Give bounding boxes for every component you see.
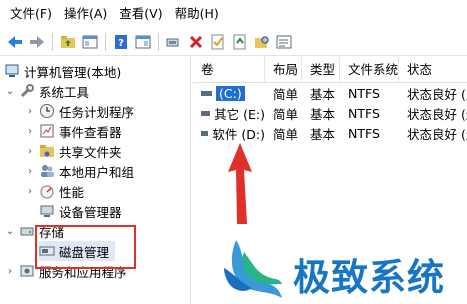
chevron-right-icon[interactable]: ›	[24, 145, 36, 157]
menu-view[interactable]: 查看(V)	[113, 0, 168, 28]
column-header-filesystem[interactable]: 文件系统	[340, 57, 399, 83]
chevron-right-icon[interactable]: ›	[24, 105, 36, 117]
toolbar-separator	[158, 32, 159, 51]
check-icon[interactable]	[207, 31, 229, 53]
chevron-right-icon[interactable]: ›	[24, 185, 36, 197]
filesystem-cell: NTFS	[348, 105, 380, 121]
services-icon	[19, 263, 35, 279]
svg-text:?: ?	[118, 38, 124, 49]
type-cell: 基本	[310, 126, 336, 142]
forward-icon[interactable]	[26, 31, 48, 53]
chevron-down-icon[interactable]: ⌄	[4, 225, 16, 237]
tree-item-event-viewer[interactable]: › 事件查看器	[24, 121, 122, 141]
drive-icon	[201, 130, 209, 136]
type-cell: 基本	[310, 106, 336, 122]
tree-item-computer-management[interactable]: 计算机管理(本地)	[4, 61, 121, 81]
clock-icon	[39, 103, 55, 119]
column-header-layout[interactable]: 布局	[265, 57, 302, 83]
status-cell: 状态良好 (启	[407, 86, 467, 102]
status-cell: 状态良好 (逻	[407, 106, 467, 122]
find-icon[interactable]	[251, 31, 273, 53]
back-icon[interactable]	[4, 31, 26, 53]
tree-item-local-users[interactable]: › 本地用户和组	[24, 161, 134, 181]
menu-file[interactable]: 文件(F)	[4, 0, 58, 28]
table-row[interactable]: 其它 (E:) 简单 基本 NTFS 状态良好 (逻	[193, 103, 467, 123]
type-cell: 基本	[310, 86, 336, 102]
filesystem-cell: NTFS	[348, 125, 380, 141]
event-viewer-icon	[39, 123, 55, 139]
tree-item-performance[interactable]: › 性能	[24, 181, 84, 201]
toolbar-separator	[52, 32, 53, 51]
column-header-type[interactable]: 类型	[302, 57, 340, 83]
status-cell: 状态良好 (逻	[407, 126, 467, 142]
connect-icon[interactable]	[163, 31, 185, 53]
column-header-volume[interactable]: 卷	[193, 57, 265, 83]
storage-icon	[19, 223, 35, 239]
tree-item-system-tools[interactable]: ⌄ 系统工具	[4, 81, 89, 101]
drive-icon	[201, 90, 212, 96]
delete-icon[interactable]	[185, 31, 207, 53]
tree-item-label: 任务计划程序	[59, 104, 135, 120]
performance-icon	[39, 183, 55, 199]
volume-name: (C:)	[216, 85, 245, 101]
menu-help[interactable]: 帮助(H)	[169, 0, 225, 28]
tree-item-device-manager[interactable]: 设备管理器	[39, 201, 122, 221]
watermark-logo	[224, 240, 282, 298]
toolbar: ?	[0, 28, 467, 56]
column-header-status[interactable]: 状态	[399, 57, 467, 83]
menu-action[interactable]: 操作(A)	[58, 0, 113, 28]
tree-item-label: 计算机管理(本地)	[24, 64, 122, 80]
layout-cell: 简单	[273, 86, 299, 102]
list-header: 卷 布局 类型 文件系统 状态	[193, 57, 467, 83]
tree-item-label: 系统工具	[39, 84, 90, 100]
volume-cell: 软件 (D:)	[193, 124, 265, 143]
show-tree-icon[interactable]	[79, 31, 101, 53]
chevron-right-icon[interactable]: ›	[4, 265, 16, 277]
table-row[interactable]: (C:) 简单 基本 NTFS 状态良好 (启	[193, 83, 467, 103]
console-icon[interactable]	[273, 31, 295, 53]
volume-cell: (C:)	[193, 85, 265, 101]
computer-management-icon	[4, 63, 20, 79]
layout-cell: 简单	[273, 106, 299, 122]
tree-item-task-scheduler[interactable]: › 任务计划程序	[24, 101, 134, 121]
filesystem-cell: NTFS	[348, 85, 380, 101]
device-manager-icon	[39, 203, 55, 219]
chevron-right-icon[interactable]: ›	[24, 165, 36, 177]
toolbar-separator	[105, 32, 106, 51]
properties-icon[interactable]	[132, 31, 154, 53]
tree-item-label: 设备管理器	[59, 204, 122, 220]
up-folder-icon[interactable]	[57, 31, 79, 53]
tools-icon	[19, 83, 35, 99]
help-icon[interactable]: ?	[110, 31, 132, 53]
tree-item-shared-folders[interactable]: › 共享文件夹	[24, 141, 122, 161]
highlight-box	[35, 225, 136, 269]
shared-folder-icon	[39, 143, 55, 159]
drive-icon	[201, 110, 211, 116]
chevron-right-icon[interactable]: ›	[24, 125, 36, 137]
tree-item-label: 性能	[59, 184, 85, 200]
watermark-text: 极致系统	[293, 256, 445, 299]
volume-name: 其它 (E:)	[214, 106, 265, 122]
tree-item-label: 事件查看器	[59, 124, 122, 140]
tree-item-label: 本地用户和组	[59, 164, 135, 180]
menu-bar: 文件(F) 操作(A) 查看(V) 帮助(H)	[0, 0, 467, 28]
volume-name: 软件 (D:)	[212, 126, 265, 142]
volume-cell: 其它 (E:)	[193, 104, 265, 123]
tree-item-label: 共享文件夹	[59, 144, 122, 160]
layout-cell: 简单	[273, 126, 299, 142]
chevron-down-icon[interactable]: ⌄	[4, 85, 16, 97]
export-icon[interactable]	[229, 31, 251, 53]
table-row[interactable]: 软件 (D:) 简单 基本 NTFS 状态良好 (逻	[193, 123, 467, 143]
users-icon	[39, 163, 55, 179]
